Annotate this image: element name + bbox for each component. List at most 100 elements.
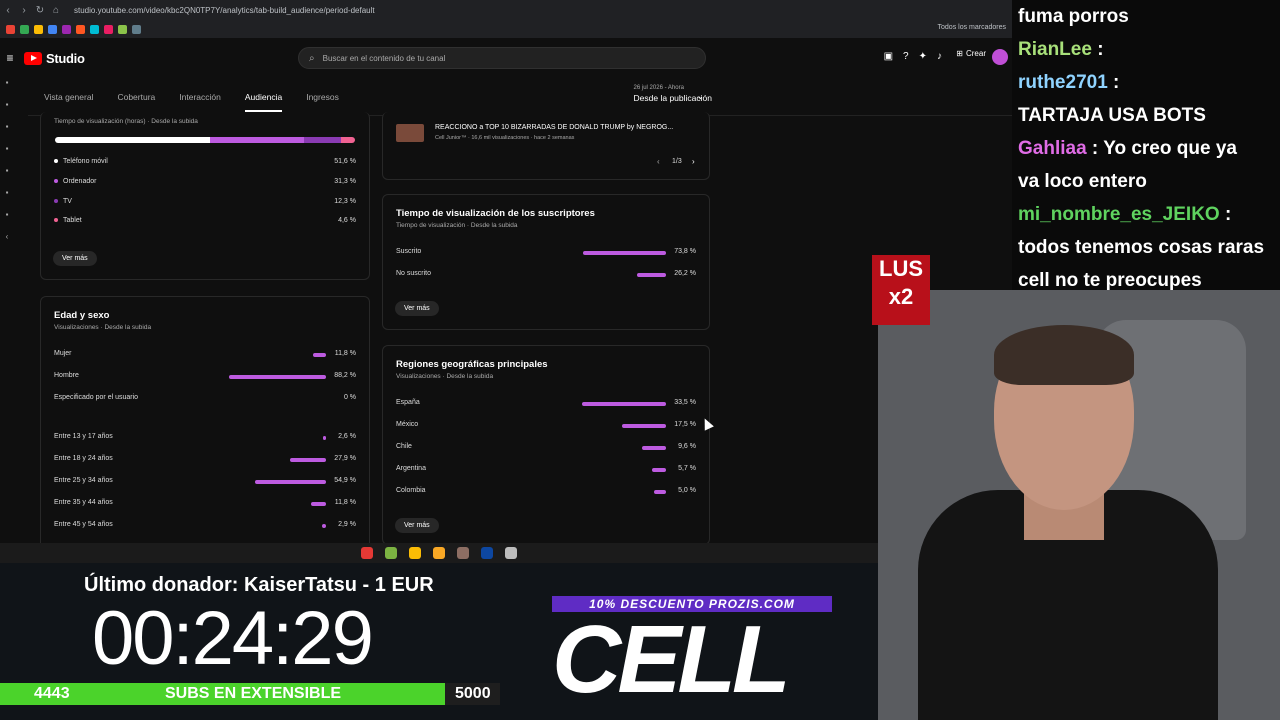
- rail-icon[interactable]: ▪: [0, 188, 14, 210]
- browser-window: ‹ › ↻ ⌂ studio.youtube.com/video/kbc2QN0…: [0, 0, 1012, 545]
- app-icon[interactable]: [361, 547, 373, 559]
- card-title: Tiempo de visualización de los suscripto…: [396, 208, 595, 219]
- tab-audiencia[interactable]: Audiencia: [244, 84, 283, 112]
- folder-icon[interactable]: [433, 547, 445, 559]
- bookmark-icon[interactable]: [118, 24, 127, 34]
- chat-text: fuma porros: [1018, 6, 1129, 27]
- legend-dot: [54, 199, 58, 204]
- header-icons: ▣ ? ✦ ♪: [884, 51, 942, 62]
- rail-icon[interactable]: ▪: [0, 100, 14, 122]
- last-donor: Último donador: KaiserTatsu - 1 EUR: [84, 574, 434, 596]
- tab-cobertura[interactable]: Cobertura: [117, 84, 155, 110]
- chevron-left-icon[interactable]: ‹: [657, 157, 660, 166]
- chrome-icon[interactable]: [409, 547, 421, 559]
- stat-value: 5,7 %: [678, 465, 696, 472]
- tab-interaccion[interactable]: Interacción: [179, 84, 221, 110]
- chat-message: mi_nombre_es_JEIKO :: [1018, 198, 1280, 231]
- chevron-down-icon[interactable]: ⌄: [696, 91, 704, 102]
- avatar[interactable]: [992, 49, 1008, 65]
- chat-message: Gahliaa : Yo creo que ya: [1018, 132, 1280, 165]
- app-icon[interactable]: [457, 547, 469, 559]
- device-row: Tablet 4,6 %: [54, 217, 356, 229]
- bookmark-icon[interactable]: [90, 24, 99, 34]
- video-thumbnail[interactable]: [396, 124, 424, 142]
- rail-icon[interactable]: ▪: [0, 210, 14, 232]
- stat-bar: [289, 458, 326, 462]
- stat-label: Chile: [396, 443, 412, 450]
- video-title[interactable]: REACCIONO a TOP 10 BIZARRADAS DE DONALD …: [435, 124, 673, 131]
- countdown-timer: 00:24:29: [92, 596, 374, 681]
- bookmark-icon[interactable]: [48, 24, 57, 34]
- stat-bar: [313, 353, 326, 357]
- bookmark-icon[interactable]: [104, 24, 113, 34]
- chat-username[interactable]: Gahliaa: [1018, 138, 1087, 159]
- chat-username[interactable]: ruthe2701: [1018, 72, 1108, 93]
- top-content-card: REACCIONO a TOP 10 BIZARRADAS DE DONALD …: [382, 112, 710, 180]
- stat-label: Entre 35 y 44 años: [54, 499, 113, 506]
- chat-username[interactable]: mi_nombre_es_JEIKO: [1018, 204, 1220, 225]
- app-icon[interactable]: [505, 547, 517, 559]
- chat-message: va loco entero: [1018, 165, 1280, 198]
- sparkle-icon[interactable]: ✦: [919, 51, 927, 62]
- stat-row: Entre 35 y 44 años 11,8 %: [54, 499, 356, 511]
- stat-bar: [642, 446, 666, 450]
- bookmark-icon[interactable]: [62, 24, 71, 34]
- chevron-right-icon[interactable]: ›: [692, 157, 695, 166]
- studio-logo[interactable]: Studio: [24, 51, 85, 66]
- feedback-icon[interactable]: ▣: [884, 51, 893, 62]
- stat-bar: [653, 490, 666, 494]
- bell-icon[interactable]: ♪: [937, 51, 942, 62]
- ver-mas-button[interactable]: Ver más: [395, 301, 439, 316]
- stat-row: Argentina 5,7 %: [396, 465, 696, 477]
- rail-icon[interactable]: ▪: [0, 78, 14, 100]
- bookmark-icon[interactable]: [6, 24, 15, 34]
- card-subtitle: Tiempo de visualización · Desde la subid…: [396, 222, 518, 229]
- stat-row: Entre 25 y 34 años 54,9 %: [54, 477, 356, 489]
- tab-vista-general[interactable]: Vista general: [44, 84, 93, 110]
- rail-icon[interactable]: ▪: [0, 122, 14, 144]
- ver-mas-button[interactable]: Ver más: [53, 251, 97, 266]
- card-title: Regiones geográficas principales: [396, 359, 548, 370]
- bookmark-icon[interactable]: [34, 24, 43, 34]
- chat-username[interactable]: RianLee: [1018, 39, 1092, 60]
- create-button[interactable]: ⊞ Crear: [956, 49, 986, 58]
- reload-icon[interactable]: ↻: [32, 5, 48, 16]
- bookmark-icon[interactable]: [20, 24, 29, 34]
- bookmarks-folder[interactable]: Todos los marcadores: [938, 24, 1006, 31]
- stat-row: Entre 18 y 24 años 27,9 %: [54, 455, 356, 467]
- back-arrow-icon[interactable]: ‹: [0, 232, 14, 254]
- card-subtitle: Visualizaciones · Desde la subida: [396, 373, 494, 380]
- chat-message: todos tenemos cosas raras: [1018, 231, 1280, 264]
- chat-text: :: [1219, 204, 1232, 225]
- bookmark-icon[interactable]: [76, 24, 85, 34]
- bookmark-icon[interactable]: [132, 24, 141, 34]
- rail-icon[interactable]: ▪: [0, 166, 14, 188]
- stat-label: Colombia: [396, 487, 426, 494]
- home-icon[interactable]: ⌂: [48, 5, 64, 16]
- menu-icon[interactable]: ≡: [0, 51, 20, 65]
- subs-goal: 5000: [455, 685, 491, 702]
- forward-icon[interactable]: ›: [16, 5, 32, 16]
- search-input[interactable]: Buscar en el contenido de tu canal: [323, 54, 446, 63]
- pager-label: 1/3: [672, 158, 682, 165]
- webcam-feed: [878, 290, 1280, 720]
- photoshop-icon[interactable]: [481, 547, 493, 559]
- help-icon[interactable]: ?: [903, 51, 909, 62]
- app-icon[interactable]: [385, 547, 397, 559]
- video-meta: Cell Junior™ · 16,6 mil visualizaciones …: [435, 135, 575, 141]
- stat-value: 27,9 %: [334, 455, 356, 462]
- age-sex-card: Edad y sexo Visualizaciones · Desde la s…: [40, 296, 370, 545]
- stat-value: 26,2 %: [674, 270, 696, 277]
- analytics-tabs: Vista general Cobertura Interacción Audi…: [28, 78, 1012, 116]
- address-bar[interactable]: studio.youtube.com/video/kbc2QN0TP7Y/ana…: [74, 6, 375, 15]
- stat-label: Hombre: [54, 372, 79, 379]
- tab-ingresos[interactable]: Ingresos: [306, 84, 339, 110]
- rail-icon[interactable]: ▪: [0, 144, 14, 166]
- stat-bar: [310, 502, 326, 506]
- back-icon[interactable]: ‹: [0, 5, 16, 16]
- search-box[interactable]: ⌕ Buscar en el contenido de tu canal: [298, 47, 706, 69]
- device-value: 4,6 %: [338, 217, 356, 224]
- device-label: TV: [63, 198, 72, 205]
- devices-card: Tiempo de visualización (horas) · Desde …: [40, 112, 370, 280]
- ver-mas-button[interactable]: Ver más: [395, 518, 439, 533]
